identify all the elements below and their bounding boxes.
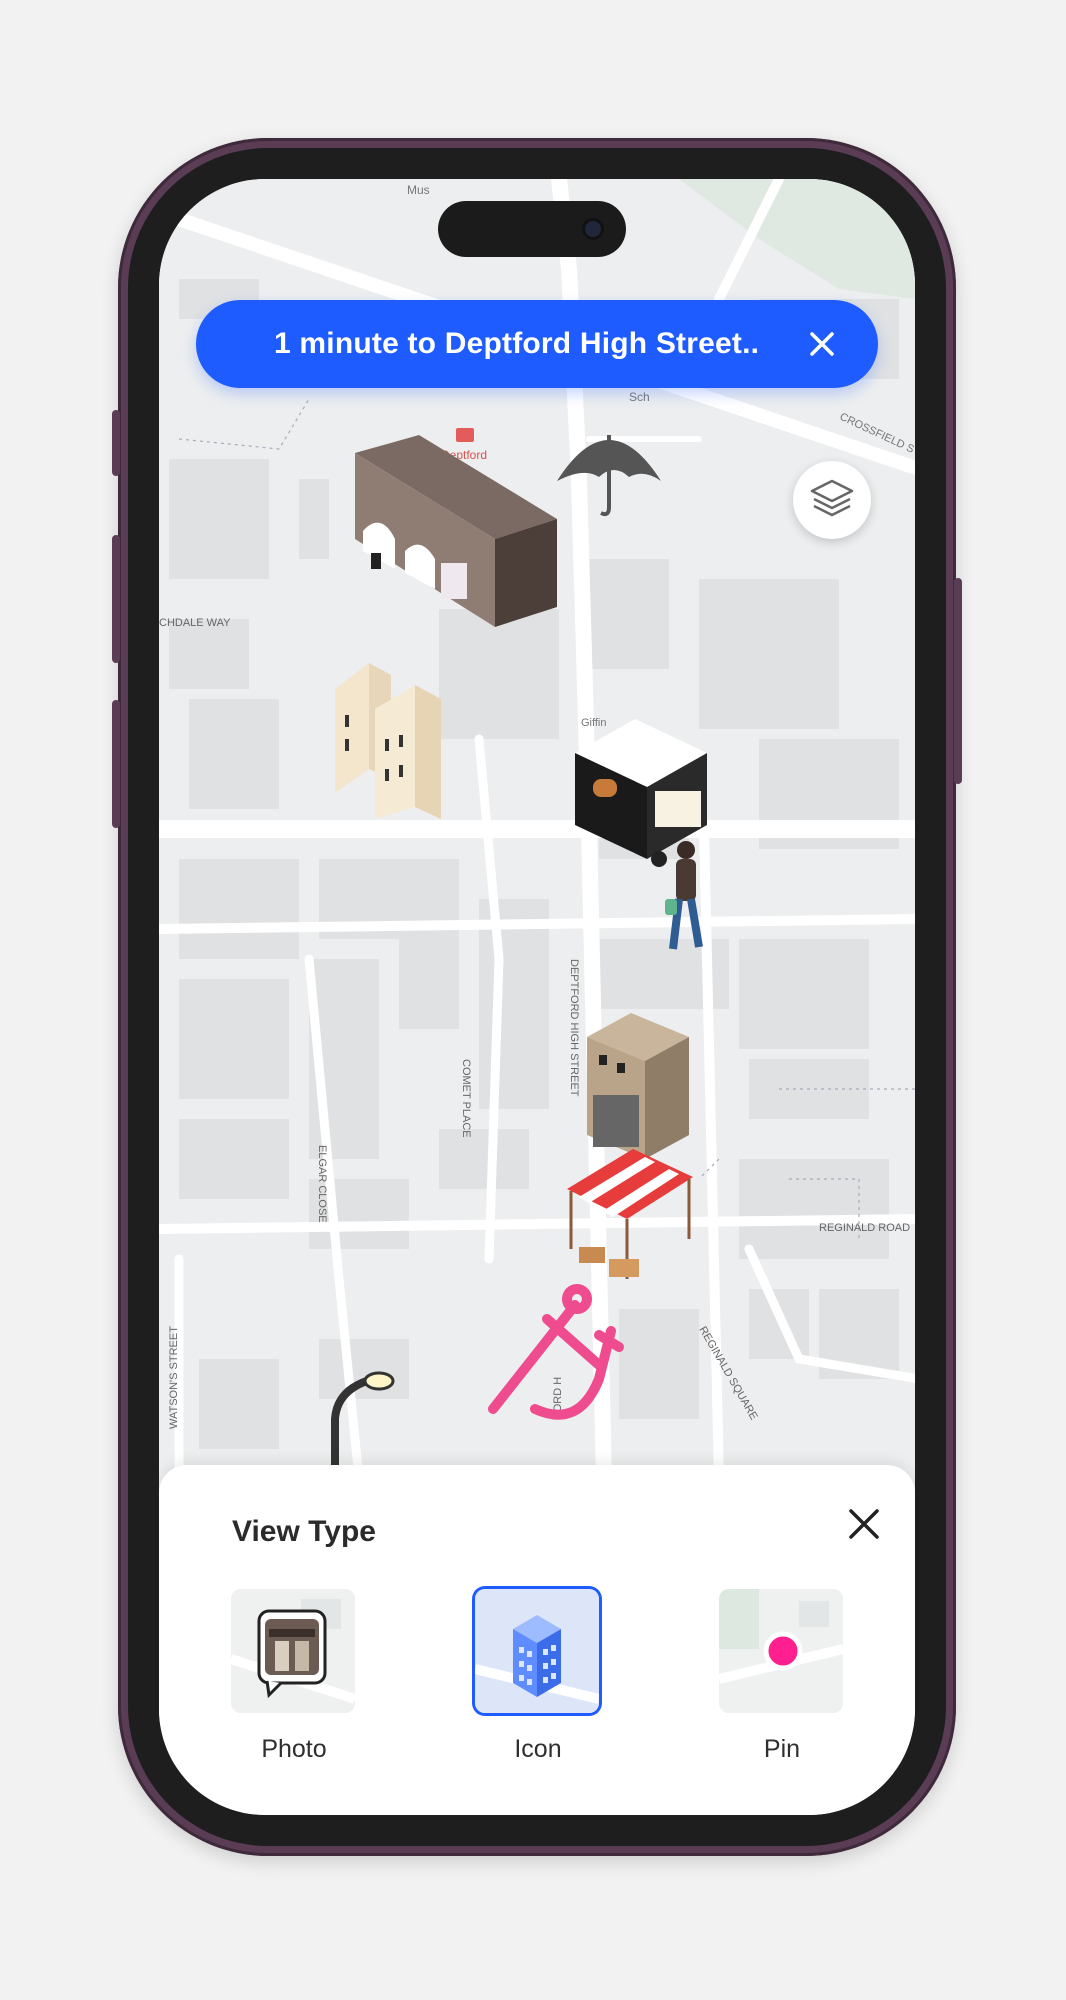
view-option-pin[interactable]: Pin — [719, 1589, 845, 1764]
pin-icon — [719, 1589, 843, 1713]
view-type-sheet: View Type Photo Icon Pin — [159, 1465, 915, 1815]
map-label-sch: Sch — [629, 390, 650, 404]
option-label: Pin — [763, 1735, 801, 1763]
building-icon — [475, 1589, 599, 1713]
layers-button[interactable] — [793, 461, 871, 539]
banner-text: 1 minute to Deptford High Street.. — [274, 327, 760, 360]
volume-up-button — [112, 535, 120, 663]
map-label-mus: Mus — [407, 183, 430, 197]
layers-icon — [810, 479, 854, 517]
option-thumbnail — [719, 1589, 843, 1713]
option-thumbnail — [475, 1589, 599, 1713]
power-button — [954, 578, 962, 784]
map-label-chdale-way: CHDALE WAY — [159, 617, 231, 629]
photo-icon — [231, 1589, 355, 1713]
view-option-photo[interactable]: Photo — [231, 1589, 357, 1764]
option-label: Photo — [261, 1735, 327, 1763]
front-camera — [582, 218, 604, 240]
map-label-elgar-close: ELGAR CLOSE — [316, 1145, 328, 1223]
map-label-giffin: Giffin — [581, 717, 606, 729]
action-button — [112, 410, 120, 476]
map-label-deptford-high-street: DEPTFORD HIGH STREET — [568, 959, 580, 1097]
sheet-title: View Type — [232, 1515, 376, 1548]
dynamic-island — [438, 201, 626, 257]
map-label-watsons-street: WATSON'S STREET — [168, 1326, 180, 1429]
view-option-icon[interactable]: Icon — [475, 1589, 601, 1764]
screen: Mus Deptford Sch CROSSFIELD ST CHDALE WA… — [159, 179, 915, 1815]
option-thumbnail — [231, 1589, 355, 1713]
navigation-banner[interactable]: 1 minute to Deptford High Street.. — [196, 300, 878, 388]
close-icon[interactable] — [806, 328, 838, 360]
map-label-comet-place: COMET PLACE — [460, 1059, 472, 1138]
volume-down-button — [112, 700, 120, 828]
house-icon[interactable] — [587, 1013, 689, 1159]
close-icon[interactable] — [847, 1507, 881, 1541]
map-label-reginald-road: REGINALD ROAD — [819, 1222, 910, 1234]
option-label: Icon — [514, 1735, 562, 1763]
